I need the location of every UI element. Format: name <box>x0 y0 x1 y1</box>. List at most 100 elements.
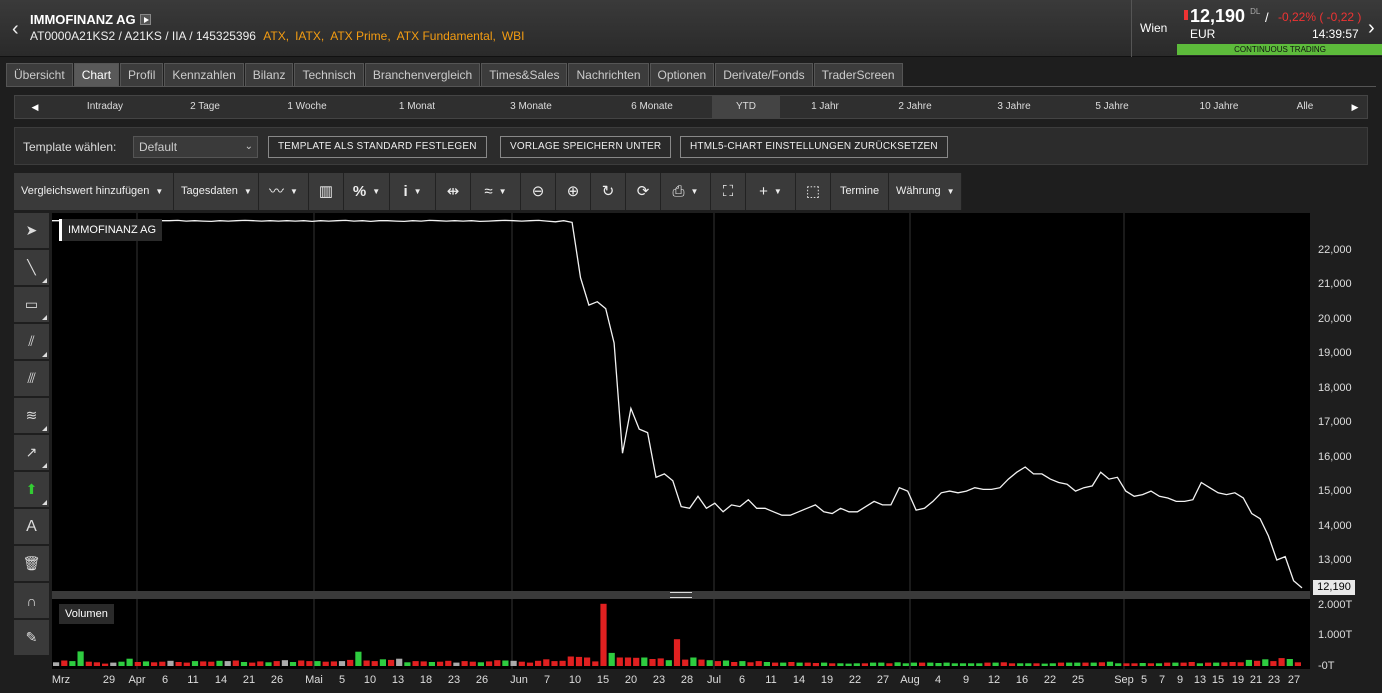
arrow-line-icon[interactable]: ↗ <box>14 435 49 470</box>
termine-button[interactable]: Termine <box>831 173 889 210</box>
volume-bar <box>1106 661 1114 666</box>
period-prev-icon[interactable]: ◀ <box>25 96 45 118</box>
volume-bar <box>191 661 199 666</box>
period-3-jahre[interactable]: 3 Jahre <box>984 96 1044 118</box>
volume-bar <box>1221 662 1228 666</box>
next-arrow-icon[interactable]: › <box>1368 17 1375 40</box>
trash-icon[interactable]: 🗑 <box>14 546 49 581</box>
reset-icon[interactable]: ↻ <box>591 173 626 210</box>
exchange-name[interactable]: Wien <box>1140 21 1167 35</box>
x-tick-label: 15 <box>1211 674 1225 686</box>
last-price-marker: 12,190 <box>1313 580 1355 595</box>
tab-kennzahlen[interactable]: Kennzahlen <box>164 63 244 86</box>
volume-bars-icon[interactable]: ▥ <box>309 173 344 210</box>
volume-bar <box>927 662 934 666</box>
data-interval-button[interactable]: Tagesdaten ▼ <box>174 173 259 210</box>
y-tick-label: 14,000 <box>1318 520 1352 532</box>
period-6-monate[interactable]: 6 Monate <box>622 96 682 118</box>
period-10-jahre[interactable]: 10 Jahre <box>1187 96 1251 118</box>
pointer-icon[interactable]: ➤ <box>14 213 49 248</box>
volume-bar <box>959 663 967 666</box>
save-template-button[interactable]: VORLAGE SPEICHERN UNTER <box>500 136 672 158</box>
tab-uebersicht[interactable]: Übersicht <box>6 63 73 86</box>
period-3-monate[interactable]: 3 Monate <box>501 96 561 118</box>
period-1-woche[interactable]: 1 Woche <box>275 96 339 118</box>
pane-splitter[interactable] <box>52 591 1310 599</box>
volume-chart[interactable] <box>52 599 1310 669</box>
volume-bar <box>608 652 615 666</box>
line-tool-icon[interactable]: ╲ <box>14 250 49 285</box>
chart-type-line-icon[interactable]: 〰 ▼ <box>259 173 309 210</box>
series-label[interactable]: IMMOFINANZ AG <box>59 219 162 241</box>
volume-label[interactable]: Volumen <box>59 604 114 624</box>
period-alle[interactable]: Alle <box>1277 96 1333 118</box>
volume-bar <box>984 662 991 666</box>
price-chart[interactable] <box>52 213 1310 591</box>
fan-tool-icon[interactable]: ⫽ <box>14 324 49 359</box>
x-tick-label: 18 <box>419 674 433 686</box>
period-intraday[interactable]: Intraday <box>75 96 135 118</box>
index-link[interactable]: ATX Prime, <box>330 29 390 43</box>
zoom-in-icon[interactable]: ⊕ <box>556 173 591 210</box>
percent-icon[interactable]: % ▼ <box>344 173 390 210</box>
period-next-icon[interactable]: ▶ <box>1345 96 1365 118</box>
tab-technisch[interactable]: Technisch <box>294 63 364 86</box>
instrument-name-text: IMMOFINANZ AG <box>30 12 136 27</box>
eraser-icon[interactable]: ✎ <box>14 620 49 655</box>
period-2-tage[interactable]: 2 Tage <box>175 96 235 118</box>
x-tick-label: 13 <box>1193 674 1207 686</box>
fibonacci-tool-icon[interactable]: ≋ <box>14 398 49 433</box>
index-link[interactable]: ATX Fundamental, <box>397 29 496 43</box>
volume-bar <box>1074 662 1081 666</box>
volume-bar <box>355 651 362 666</box>
volume-bar <box>780 662 787 666</box>
events-icon[interactable]: ⇹ <box>436 173 471 210</box>
chart-settings-icon[interactable]: ⬚ <box>796 173 831 210</box>
template-select[interactable]: Default ⌄ <box>133 136 258 158</box>
period-1-monat[interactable]: 1 Monat <box>387 96 447 118</box>
tab-bilanz[interactable]: Bilanz <box>244 63 294 86</box>
play-icon[interactable] <box>139 14 151 25</box>
x-tick-label: 28 <box>680 674 694 686</box>
tab-optionen[interactable]: Optionen <box>649 63 715 86</box>
channel-tool-icon[interactable]: ⫻ <box>14 361 49 396</box>
set-default-template-button[interactable]: TEMPLATE ALS STANDARD FESTLEGEN <box>268 136 487 158</box>
arrow-up-icon[interactable]: ⬆ <box>14 472 49 507</box>
index-link[interactable]: IATX, <box>295 29 324 43</box>
tab-traderscreen[interactable]: TraderScreen <box>813 63 903 86</box>
add-comparison-button[interactable]: Vergleichswert hinzufügen ▼ <box>14 173 174 210</box>
reset-chart-settings-button[interactable]: HTML5-CHART EINSTELLUNGEN ZURÜCKSETZEN <box>680 136 948 158</box>
period-ytd[interactable]: YTD <box>712 96 780 118</box>
rectangle-tool-icon[interactable]: ▭ <box>14 287 49 322</box>
tab-branchenvergleich[interactable]: Branchenvergleich <box>364 63 481 86</box>
period-5-jahre[interactable]: 5 Jahre <box>1082 96 1142 118</box>
volume-bar <box>257 661 264 666</box>
period-1-jahr[interactable]: 1 Jahr <box>795 96 855 118</box>
splitter-handle-icon[interactable] <box>670 592 692 598</box>
data-interval-label: Tagesdaten <box>181 185 238 197</box>
tab-profil[interactable]: Profil <box>120 63 164 86</box>
indicators-icon[interactable]: ≈ ▼ <box>471 173 521 210</box>
period-2-jahre[interactable]: 2 Jahre <box>885 96 945 118</box>
x-tick-label: 22 <box>848 674 862 686</box>
refresh-icon[interactable]: ⟳ <box>626 173 661 210</box>
y-tick-label: 20,000 <box>1318 313 1352 325</box>
volume-bar <box>992 662 999 666</box>
magnet-icon[interactable]: ∩ <box>14 583 49 618</box>
print-icon[interactable]: ⎙ ▼ <box>661 173 711 210</box>
tab-times-sales[interactable]: Times&Sales <box>481 63 568 86</box>
waehrung-button[interactable]: Währung ▼ <box>889 173 962 210</box>
back-arrow-icon[interactable]: ‹ <box>12 18 19 41</box>
zoom-out-icon[interactable]: ⊖ <box>521 173 556 210</box>
tab-derivate-fonds[interactable]: Derivate/Fonds <box>715 63 813 86</box>
fullscreen-icon[interactable]: ⛶ <box>711 173 746 210</box>
index-link[interactable]: ATX, <box>263 29 289 43</box>
crosshair-icon[interactable]: + ▼ <box>746 173 796 210</box>
x-tick-label: 26 <box>475 674 489 686</box>
corner-marker <box>42 278 47 283</box>
info-icon[interactable]: i ▼ <box>390 173 436 210</box>
index-link[interactable]: WBI <box>502 29 525 43</box>
text-tool-icon[interactable]: A <box>14 509 49 544</box>
tab-chart[interactable]: Chart <box>73 63 120 86</box>
tab-nachrichten[interactable]: Nachrichten <box>568 63 649 86</box>
